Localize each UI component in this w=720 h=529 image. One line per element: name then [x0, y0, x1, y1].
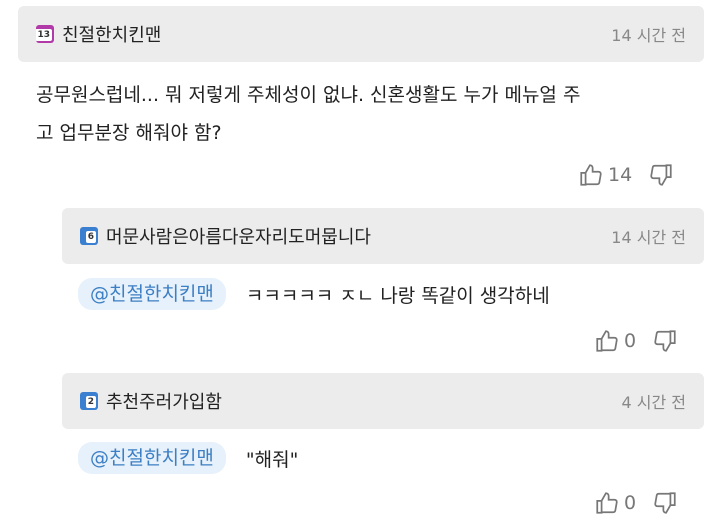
reply-body: @친절한치킨맨 ㅋㅋㅋㅋㅋ ㅈㄴ 나랑 똑같이 생각하네	[78, 278, 550, 310]
reply-time: 14 시간 전	[611, 228, 686, 247]
thumbs-up-icon[interactable]	[578, 162, 604, 188]
level-badge-icon: 6	[80, 227, 98, 245]
thumbs-down-icon[interactable]	[648, 162, 674, 188]
thumbs-up-icon[interactable]	[594, 328, 620, 354]
comment-header: 13 친절한치킨맨 14 시간 전	[18, 6, 704, 62]
thumbs-up-icon[interactable]	[594, 490, 620, 516]
comment-body: 공무원스럽네... 뭐 저렇게 주체성이 없냐. 신혼생활도 누가 메뉴얼 주 …	[36, 84, 581, 144]
mention-tag[interactable]: @친절한치킨맨	[78, 278, 226, 310]
reply-votes: 0	[594, 328, 678, 354]
comment-author[interactable]: 친절한치킨맨	[62, 21, 161, 47]
reply-author[interactable]: 머문사람은아름다운자리도머뭅니다	[106, 223, 371, 249]
reply-header: 2 추천주러가입함 4 시간 전	[62, 373, 704, 429]
reply-text: "해줘"	[245, 448, 299, 471]
reply-author[interactable]: 추천주러가입함	[106, 388, 222, 414]
thumbs-down-icon[interactable]	[652, 490, 678, 516]
comment-votes: 14	[578, 162, 674, 188]
like-count: 14	[608, 164, 633, 186]
like-count: 0	[624, 492, 637, 514]
reply-body: @친절한치킨맨 "해줘"	[78, 442, 298, 474]
reply-header: 6 머문사람은아름다운자리도머뭅니다 14 시간 전	[62, 208, 704, 264]
reply-time: 4 시간 전	[621, 393, 686, 412]
reply-text: ㅋㅋㅋㅋㅋ ㅈㄴ 나랑 똑같이 생각하네	[245, 284, 550, 307]
comment-time: 14 시간 전	[611, 26, 686, 45]
mention-tag[interactable]: @친절한치킨맨	[78, 442, 226, 474]
like-count: 0	[624, 330, 637, 352]
reply-votes: 0	[594, 490, 678, 516]
thumbs-down-icon[interactable]	[652, 328, 678, 354]
level-badge-icon: 2	[80, 392, 98, 410]
level-badge-icon: 13	[36, 25, 54, 43]
